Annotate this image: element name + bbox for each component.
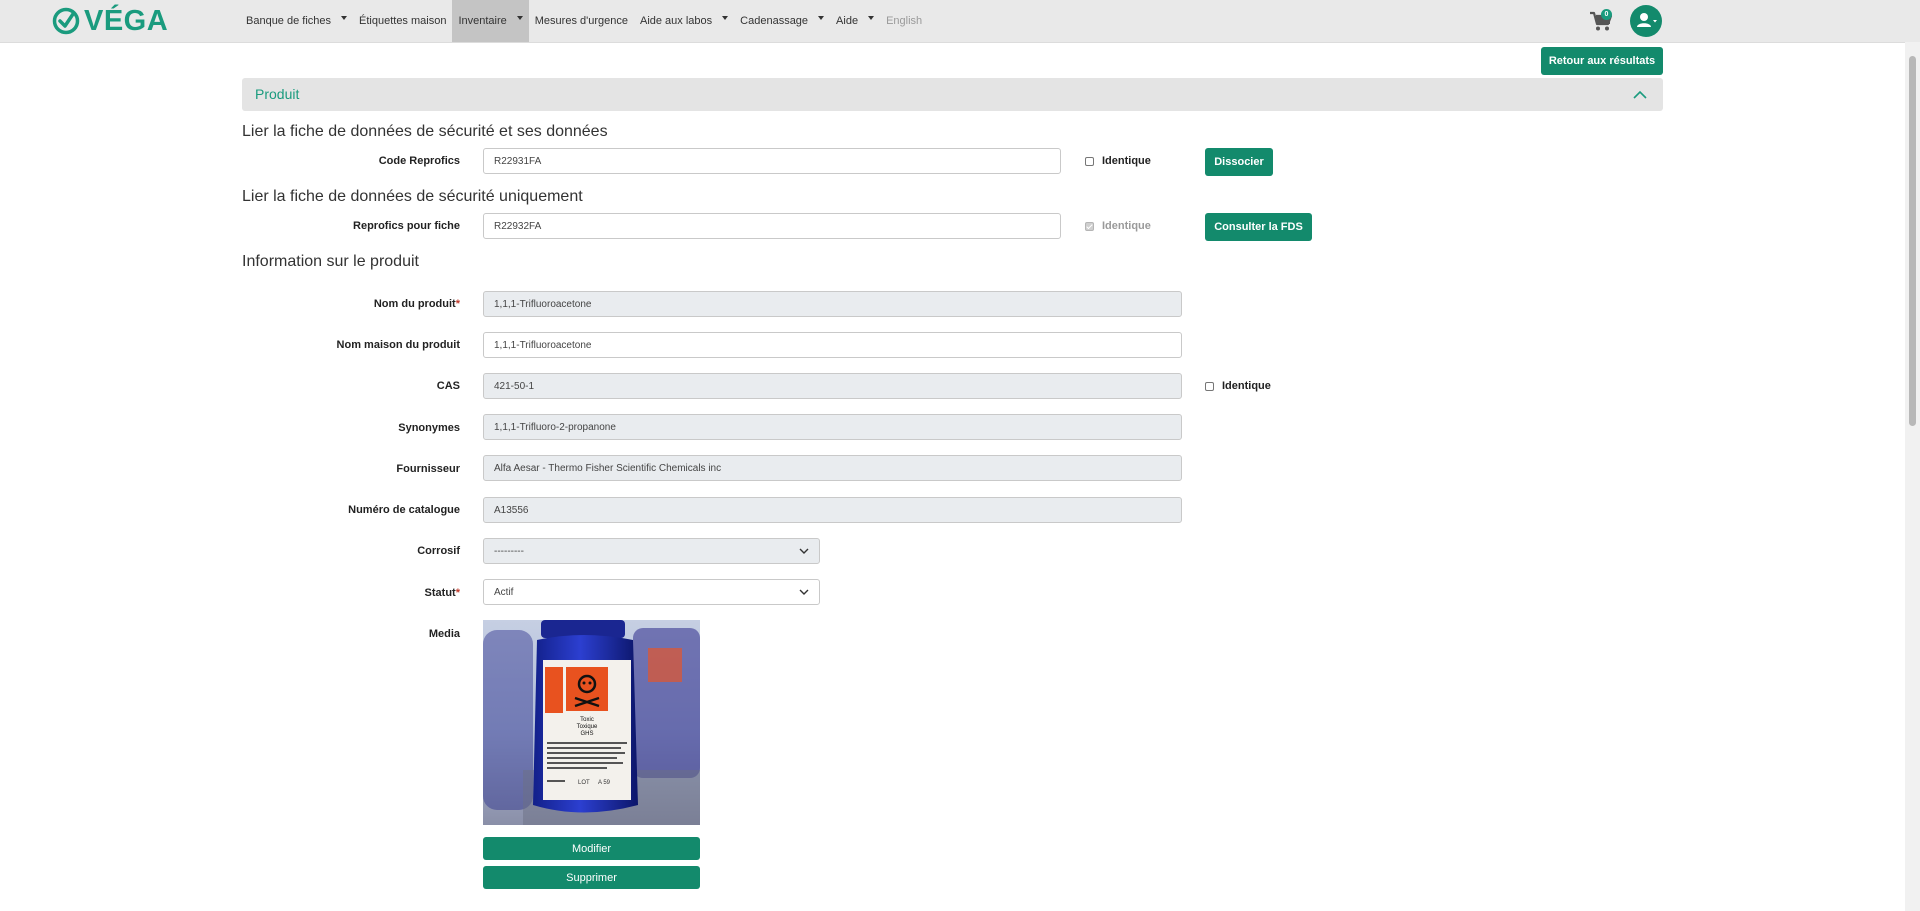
product-name-label: Nom du produit* — [240, 298, 460, 310]
product-name-field[interactable]: 1,1,1-Trifluoroacetone — [483, 291, 1182, 317]
input-value: 1,1,1-Trifluoro-2-propanone — [494, 421, 616, 433]
required-marker: * — [455, 298, 460, 310]
cas-field[interactable]: 421-50-1 — [483, 373, 1182, 399]
code-reprofics-input[interactable]: R22931FA — [483, 148, 1061, 174]
input-value: R22931FA — [494, 155, 542, 167]
hazard-text-1: Toxic — [580, 717, 594, 723]
reprofics-for-sheet-input[interactable]: R22932FA — [483, 213, 1061, 239]
nav-label: Aide aux labos — [639, 15, 713, 27]
identical-checkbox-group[interactable]: Identique — [1085, 155, 1151, 167]
reprofics-for-sheet-label: Reprofics pour fiche — [353, 220, 460, 232]
cas-identical-checkbox-group[interactable]: Identique — [1205, 380, 1271, 392]
input-value: Alfa Aesar - Thermo Fisher Scientific Ch… — [494, 462, 722, 474]
nav-aide[interactable]: Aide — [830, 0, 880, 42]
chemical-bottle-image: Toxic Toxique GHS LOT A 59 — [483, 620, 700, 825]
logo-check-icon — [52, 7, 80, 35]
nav-cadenassage[interactable]: Cadenassage — [734, 0, 830, 42]
status-select[interactable]: Actif — [483, 579, 820, 605]
code-reprofics-label: Code Reprofics — [378, 155, 460, 167]
cas-label: CAS — [436, 380, 460, 392]
input-value: A13556 — [494, 504, 529, 516]
house-name-label: Nom maison du produit — [336, 339, 460, 351]
input-value: 421-50-1 — [494, 380, 535, 392]
product-panel-header[interactable]: Produit — [242, 78, 1663, 111]
product-media-image: Toxic Toxique GHS LOT A 59 — [483, 620, 700, 825]
corrosive-select[interactable]: --------- — [483, 538, 820, 564]
catalog-number-field[interactable]: A13556 — [483, 497, 1182, 523]
lot-value: A 59 — [598, 780, 611, 786]
nav-aide-aux-labos[interactable]: Aide aux labos — [634, 0, 734, 42]
chevron-down-icon — [799, 589, 809, 595]
catalog-number-label: Numéro de catalogue — [348, 504, 460, 516]
cart-count-badge: 0 — [1601, 9, 1612, 20]
nav-english[interactable]: English — [880, 0, 928, 42]
nav-label: Cadenassage — [740, 15, 809, 27]
house-name-field[interactable]: 1,1,1-Trifluoroacetone — [483, 332, 1182, 358]
nav-label: Mesures d'urgence — [534, 15, 628, 27]
synonyms-field[interactable]: 1,1,1-Trifluoro-2-propanone — [483, 414, 1182, 440]
input-value: 1,1,1-Trifluoroacetone — [494, 339, 592, 351]
input-value: 1,1,1-Trifluoroacetone — [494, 298, 592, 310]
user-menu-button[interactable] — [1630, 5, 1662, 37]
section-title-sds-only: Lier la fiche de données de sécurité uni… — [242, 188, 583, 205]
back-to-results-button[interactable]: Retour aux résultats — [1541, 47, 1663, 75]
consult-sds-button[interactable]: Consulter la FDS — [1205, 213, 1312, 241]
chevron-down-icon — [799, 548, 809, 554]
nav-label: Aide — [836, 15, 859, 27]
identical-checkbox-group-disabled: Identique — [1085, 220, 1151, 232]
user-icon — [1637, 13, 1657, 27]
media-label: Media — [428, 628, 460, 640]
nav-label: Étiquettes maison — [359, 15, 447, 27]
caret-down-icon — [516, 16, 523, 20]
identical-checkbox[interactable] — [1085, 156, 1094, 166]
brand-name: VÉGA — [84, 4, 169, 37]
select-value: --------- — [494, 545, 524, 557]
dissociate-button[interactable]: Dissocier — [1205, 148, 1273, 176]
section-title-sds-data: Lier la fiche de données de sécurité et … — [242, 123, 608, 140]
nav-inventaire[interactable]: Inventaire — [452, 0, 529, 42]
scrollbar-thumb[interactable] — [1909, 56, 1916, 426]
synonyms-label: Synonymes — [398, 422, 460, 434]
nav-banque-de-fiches[interactable]: Banque de fiches — [240, 0, 353, 42]
input-value: R22932FA — [494, 220, 542, 232]
hazard-text-2: Toxique — [577, 724, 598, 730]
identical-checkbox-disabled — [1085, 221, 1094, 231]
required-marker: * — [455, 587, 460, 599]
caret-down-icon — [868, 16, 875, 20]
caret-down-icon — [341, 16, 348, 20]
identical-label: Identique — [1102, 220, 1151, 232]
lot-label: LOT — [578, 780, 590, 786]
caret-down-icon — [722, 16, 729, 20]
vega-logo[interactable]: VÉGA — [52, 4, 169, 37]
section-title-product-info: Information sur le produit — [242, 253, 419, 270]
label-text: Nom du produit — [373, 298, 456, 310]
label-text: Statut — [424, 587, 456, 599]
status-label: Statut* — [240, 587, 460, 599]
nav-mesures-urgence[interactable]: Mesures d'urgence — [529, 0, 634, 42]
nav-label: English — [886, 15, 923, 27]
delete-media-button[interactable]: Supprimer — [483, 866, 700, 889]
edit-media-button[interactable]: Modifier — [483, 837, 700, 860]
top-navbar: VÉGA Banque de fiches Étiquettes maison … — [0, 0, 1920, 43]
cas-identical-checkbox[interactable] — [1205, 381, 1214, 391]
main-menu: Banque de fiches Étiquettes maison Inven… — [240, 0, 928, 42]
supplier-field[interactable]: Alfa Aesar - Thermo Fisher Scientific Ch… — [483, 455, 1182, 481]
nav-label: Banque de fiches — [246, 15, 332, 27]
identical-label: Identique — [1222, 380, 1271, 392]
select-value: Actif — [494, 586, 514, 598]
supplier-label: Fournisseur — [396, 463, 460, 475]
panel-title: Produit — [255, 86, 300, 102]
hazard-text-3: GHS — [580, 731, 593, 737]
chevron-up-icon[interactable] — [1633, 90, 1647, 99]
nav-label: Inventaire — [458, 15, 507, 27]
identical-label: Identique — [1102, 155, 1151, 167]
page-scrollbar[interactable] — [1905, 42, 1920, 911]
nav-etiquettes-maison[interactable]: Étiquettes maison — [353, 0, 452, 42]
corrosive-label: Corrosif — [417, 545, 460, 557]
caret-down-icon — [818, 16, 825, 20]
